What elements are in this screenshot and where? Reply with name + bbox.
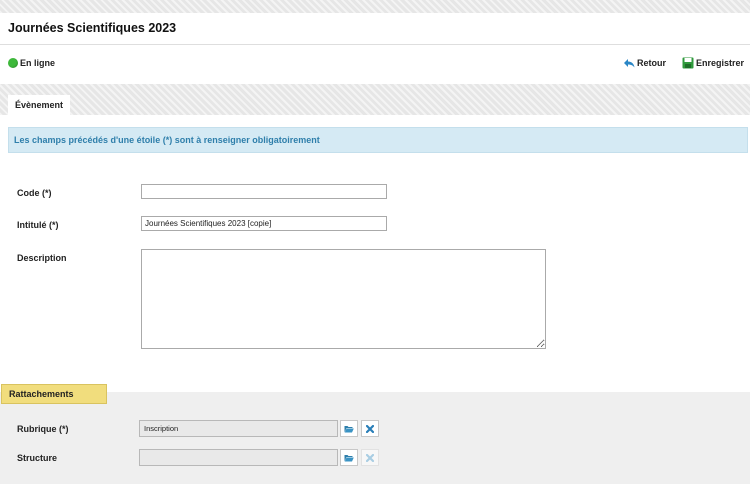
close-icon — [366, 453, 374, 462]
save-button[interactable]: Enregistrer — [682, 57, 744, 69]
structure-label: Structure — [17, 453, 58, 463]
status-label: En ligne — [20, 58, 56, 68]
back-button[interactable]: Retour — [623, 58, 666, 68]
toolbar: Retour Enregistrer — [607, 57, 744, 69]
save-button-label: Enregistrer — [695, 58, 744, 68]
code-input[interactable] — [141, 184, 387, 199]
tab-evenement[interactable]: Évènement — [8, 95, 70, 115]
arrow-back-icon — [623, 59, 635, 68]
description-textarea[interactable] — [141, 249, 546, 349]
structure-clear-button[interactable] — [361, 449, 379, 466]
online-status-icon — [8, 58, 18, 68]
top-strip — [0, 0, 750, 13]
back-button-label: Retour — [636, 58, 666, 68]
floppy-disk-icon — [682, 57, 694, 69]
tab-bar: Évènement — [0, 84, 750, 115]
intitule-input[interactable] — [141, 216, 387, 231]
attachments-title: Rattachements — [1, 384, 107, 404]
rubrique-label: Rubrique (*) — [17, 424, 69, 434]
rubrique-clear-button[interactable] — [361, 420, 379, 437]
status-indicator: En ligne — [8, 58, 55, 68]
folder-open-icon — [344, 454, 354, 461]
description-label: Description — [17, 253, 67, 263]
intitule-label: Intitulé (*) — [17, 220, 59, 230]
code-label: Code (*) — [17, 188, 52, 198]
divider — [0, 44, 750, 45]
rubrique-browse-button[interactable] — [340, 420, 358, 437]
page-title: Journées Scientifiques 2023 — [8, 21, 177, 35]
required-fields-notice: Les champs précédés d'une étoile (*) son… — [8, 127, 748, 153]
structure-browse-button[interactable] — [340, 449, 358, 466]
structure-field[interactable] — [139, 449, 338, 466]
rubrique-field[interactable]: Inscription — [139, 420, 338, 437]
attachments-section — [0, 392, 750, 484]
folder-open-icon — [344, 425, 354, 432]
close-icon — [366, 424, 374, 433]
